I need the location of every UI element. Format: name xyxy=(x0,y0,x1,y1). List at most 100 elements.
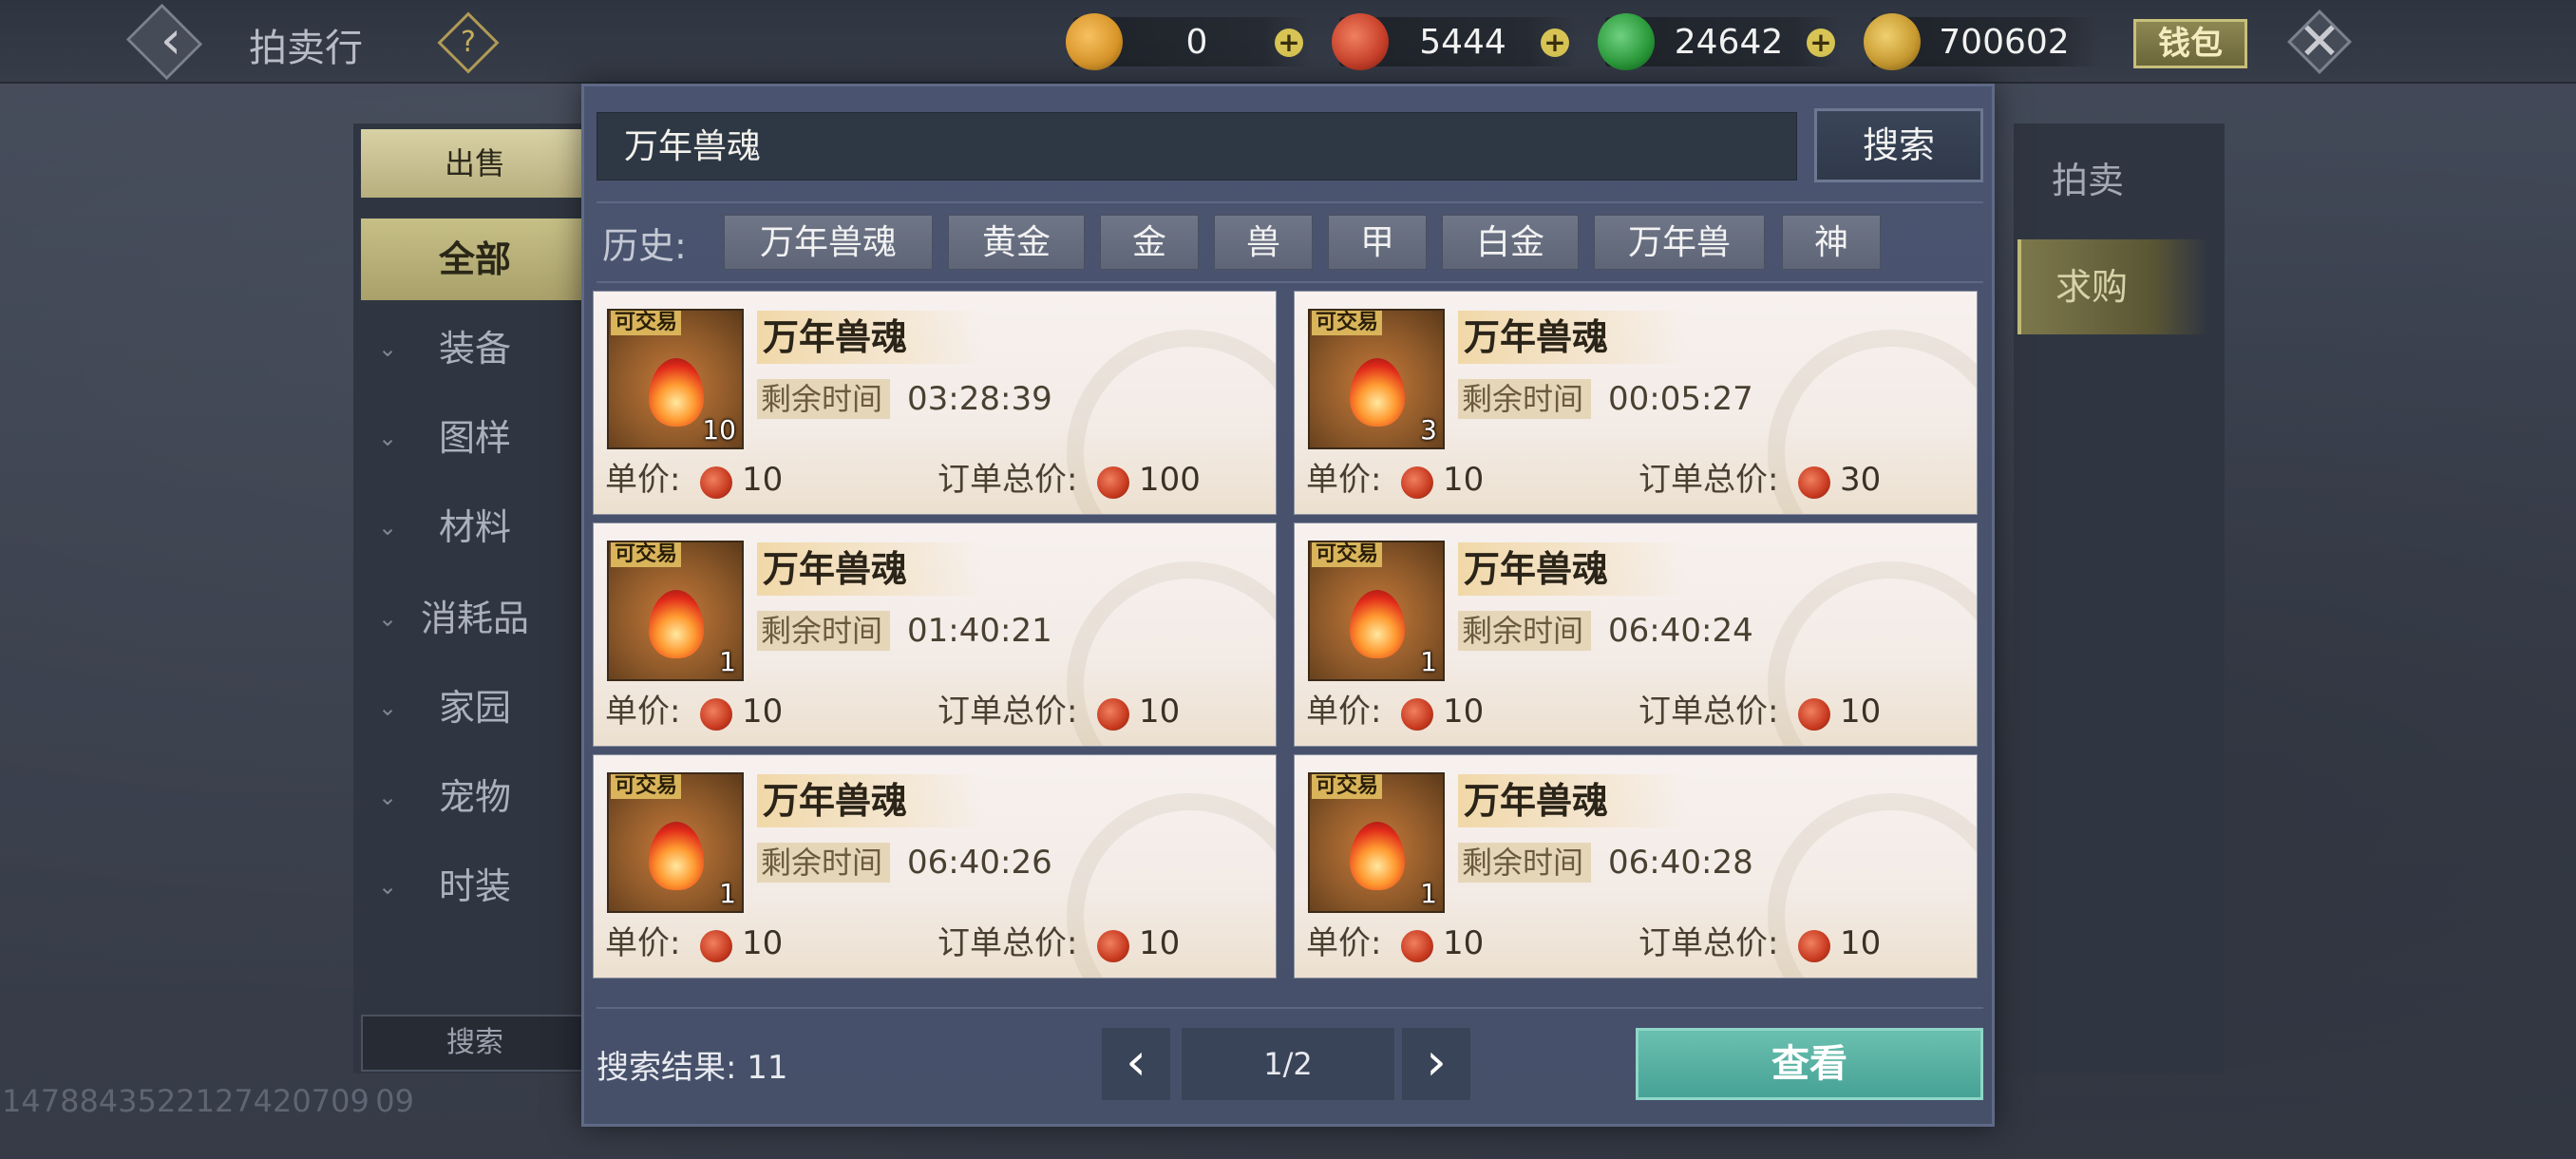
red-coin-icon xyxy=(1401,930,1433,962)
category-materials[interactable]: ⌄ 材料 xyxy=(361,486,589,568)
beast-soul-flame-icon xyxy=(649,358,704,427)
time-label: 剩余时间 xyxy=(757,379,890,419)
chevron-down-icon: ⌄ xyxy=(378,425,398,451)
item-card[interactable]: 可交易 1 万年兽魂 剩余时间 01:40:21 单价: 10 订单总价: 10 xyxy=(593,522,1277,747)
remaining-time: 00:05:27 xyxy=(1608,380,1753,418)
item-card[interactable]: 可交易 1 万年兽魂 剩余时间 06:40:28 单价: 10 订单总价: 10 xyxy=(1294,754,1978,978)
tradable-badge: 可交易 xyxy=(1312,311,1383,335)
red-coin-icon xyxy=(700,698,732,731)
tradable-badge: 可交易 xyxy=(611,311,682,335)
item-icon: 可交易 1 xyxy=(607,541,744,681)
remaining-time: 06:40:24 xyxy=(1608,612,1753,650)
currency-value: 5444 xyxy=(1419,23,1506,62)
search-button[interactable]: 搜索 xyxy=(1814,108,1983,182)
sidebar-search-button[interactable]: 搜索 xyxy=(361,1015,589,1072)
total-price: 100 xyxy=(1139,461,1201,499)
tab-auction[interactable]: 拍卖 xyxy=(2017,133,2207,228)
divider xyxy=(597,281,1983,283)
remaining-time: 06:40:28 xyxy=(1608,844,1753,882)
divider xyxy=(597,1007,1983,1009)
history-chip[interactable]: 万年兽 xyxy=(1594,215,1765,270)
history-chip[interactable]: 神 xyxy=(1782,215,1881,270)
category-all[interactable]: 全部 xyxy=(361,218,589,300)
user-id-text: 1478843522127420709 09 xyxy=(2,1083,414,1119)
red-coin-icon xyxy=(1798,466,1830,499)
tab-sell[interactable]: 出售 xyxy=(361,129,589,198)
chevron-down-icon: ⌄ xyxy=(378,605,398,632)
category-label: 材料 xyxy=(438,506,511,548)
item-name: 万年兽魂 xyxy=(1458,311,1686,364)
item-icon: 可交易 1 xyxy=(607,772,744,913)
result-label: 搜索结果: xyxy=(597,1049,737,1087)
time-label: 剩余时间 xyxy=(757,611,890,651)
unit-price: 10 xyxy=(1443,924,1485,962)
prev-page-button[interactable]: ‹ xyxy=(1102,1028,1170,1100)
history-chip[interactable]: 万年兽魂 xyxy=(724,215,933,270)
tradable-badge: 可交易 xyxy=(611,542,682,567)
time-label: 剩余时间 xyxy=(1458,611,1591,651)
gold-leaf-icon xyxy=(1864,13,1921,70)
category-equipment[interactable]: ⌄ 装备 xyxy=(361,308,589,390)
beast-soul-flame-icon xyxy=(649,822,704,890)
add-currency-button[interactable]: + xyxy=(1275,28,1303,57)
category-label: 图样 xyxy=(438,417,511,459)
item-name: 万年兽魂 xyxy=(757,311,985,364)
add-currency-button[interactable]: + xyxy=(1807,28,1835,57)
beast-soul-flame-icon xyxy=(1350,590,1405,658)
item-card[interactable]: 可交易 10 万年兽魂 剩余时间 03:28:39 单价: 10 订单总价: 1… xyxy=(593,291,1277,515)
question-icon[interactable]: ? xyxy=(446,21,490,65)
back-arrow-icon[interactable]: ‹ xyxy=(142,10,199,72)
remaining-time: 01:40:21 xyxy=(907,612,1052,650)
category-patterns[interactable]: ⌄ 图样 xyxy=(361,397,589,479)
unit-price-label: 单价: xyxy=(1306,461,1382,499)
category-pets[interactable]: ⌄ 宠物 xyxy=(361,756,589,838)
add-currency-button[interactable]: + xyxy=(1541,28,1569,57)
close-icon[interactable]: ✕ xyxy=(2289,11,2350,72)
red-coin-icon xyxy=(700,930,732,962)
tradable-badge: 可交易 xyxy=(1312,774,1383,799)
category-consumables[interactable]: ⌄ 消耗品 xyxy=(361,578,589,659)
time-label: 剩余时间 xyxy=(757,843,890,883)
next-page-button[interactable]: › xyxy=(1402,1028,1470,1100)
chevron-down-icon: ⌄ xyxy=(378,873,398,900)
item-card[interactable]: 可交易 3 万年兽魂 剩余时间 00:05:27 单价: 10 订单总价: 30 xyxy=(1294,291,1978,515)
category-home[interactable]: ⌄ 家园 xyxy=(361,667,589,749)
red-coin-icon xyxy=(1798,930,1830,962)
total-price-label: 订单总价: xyxy=(1638,461,1779,499)
tab-buy-request[interactable]: 求购 xyxy=(2017,239,2207,334)
currency-red-coin: 5444 + xyxy=(1332,13,1577,70)
wallet-button[interactable]: 钱包 xyxy=(2133,19,2247,68)
total-price: 10 xyxy=(1139,924,1181,962)
item-card[interactable]: 可交易 1 万年兽魂 剩余时间 06:40:24 单价: 10 订单总价: 10 xyxy=(1294,522,1978,747)
unit-price: 10 xyxy=(1443,461,1485,499)
unit-price: 10 xyxy=(742,924,784,962)
history-chip[interactable]: 黄金 xyxy=(948,215,1085,270)
divider xyxy=(597,201,1983,203)
history-chip[interactable]: 甲 xyxy=(1328,215,1427,270)
category-label: 消耗品 xyxy=(420,598,529,639)
search-input[interactable]: 万年兽魂 xyxy=(597,112,1797,180)
history-chip[interactable]: 金 xyxy=(1100,215,1199,270)
view-button[interactable]: 查看 xyxy=(1636,1028,1983,1100)
jade-coin-icon xyxy=(1598,13,1655,70)
history-chip[interactable]: 兽 xyxy=(1214,215,1313,270)
page-indicator: 1/2 xyxy=(1182,1028,1394,1100)
time-label: 剩余时间 xyxy=(1458,843,1591,883)
chevron-down-icon: ⌄ xyxy=(378,694,398,721)
unit-price: 10 xyxy=(1443,693,1485,731)
total-price: 10 xyxy=(1840,693,1882,731)
chevron-down-icon: ⌄ xyxy=(378,784,398,810)
category-fashion[interactable]: ⌄ 时装 xyxy=(361,846,589,927)
time-label: 剩余时间 xyxy=(1458,379,1591,419)
chevron-left-icon: ‹ xyxy=(1126,1032,1146,1092)
chevron-right-icon: › xyxy=(1426,1032,1447,1092)
total-price-label: 订单总价: xyxy=(938,693,1078,731)
item-quantity: 3 xyxy=(1420,414,1437,446)
tradable-badge: 可交易 xyxy=(1312,542,1383,567)
history-chip[interactable]: 白金 xyxy=(1442,215,1579,270)
red-coin-icon xyxy=(1097,466,1129,499)
item-card[interactable]: 可交易 1 万年兽魂 剩余时间 06:40:26 单价: 10 订单总价: 10 xyxy=(593,754,1277,978)
item-quantity: 1 xyxy=(1420,878,1437,909)
unit-price-label: 单价: xyxy=(605,924,681,962)
item-icon: 可交易 1 xyxy=(1308,541,1445,681)
